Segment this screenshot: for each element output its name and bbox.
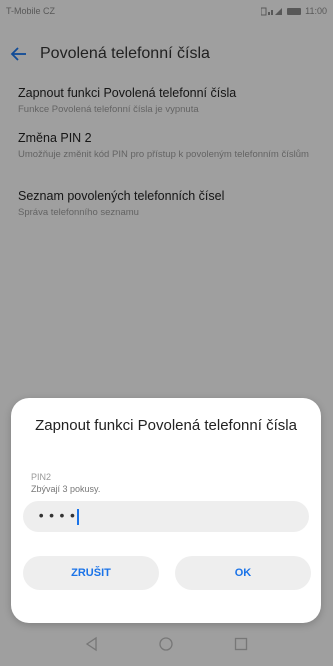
back-triangle-icon[interactable] [80,632,104,656]
home-circle-icon[interactable] [154,632,178,656]
navigation-bar [0,622,333,666]
text-cursor [77,508,79,525]
pin2-dialog: Zapnout funkci Povolená telefonní čísla … [11,398,321,623]
pin-label: PIN2 [31,472,52,482]
pin-field[interactable] [23,501,309,532]
recents-square-icon[interactable] [229,632,253,656]
screen: T-Mobile CZ 11:00 Povolená telefonní čís… [0,0,333,666]
ok-button[interactable]: OK [175,556,311,590]
cancel-button[interactable]: ZRUŠIT [23,556,159,590]
attempts-remaining: Zbývají 3 pokusy. [31,484,101,494]
dialog-title: Zapnout funkci Povolená telefonní čísla [35,417,297,434]
pin-input[interactable] [37,508,77,525]
